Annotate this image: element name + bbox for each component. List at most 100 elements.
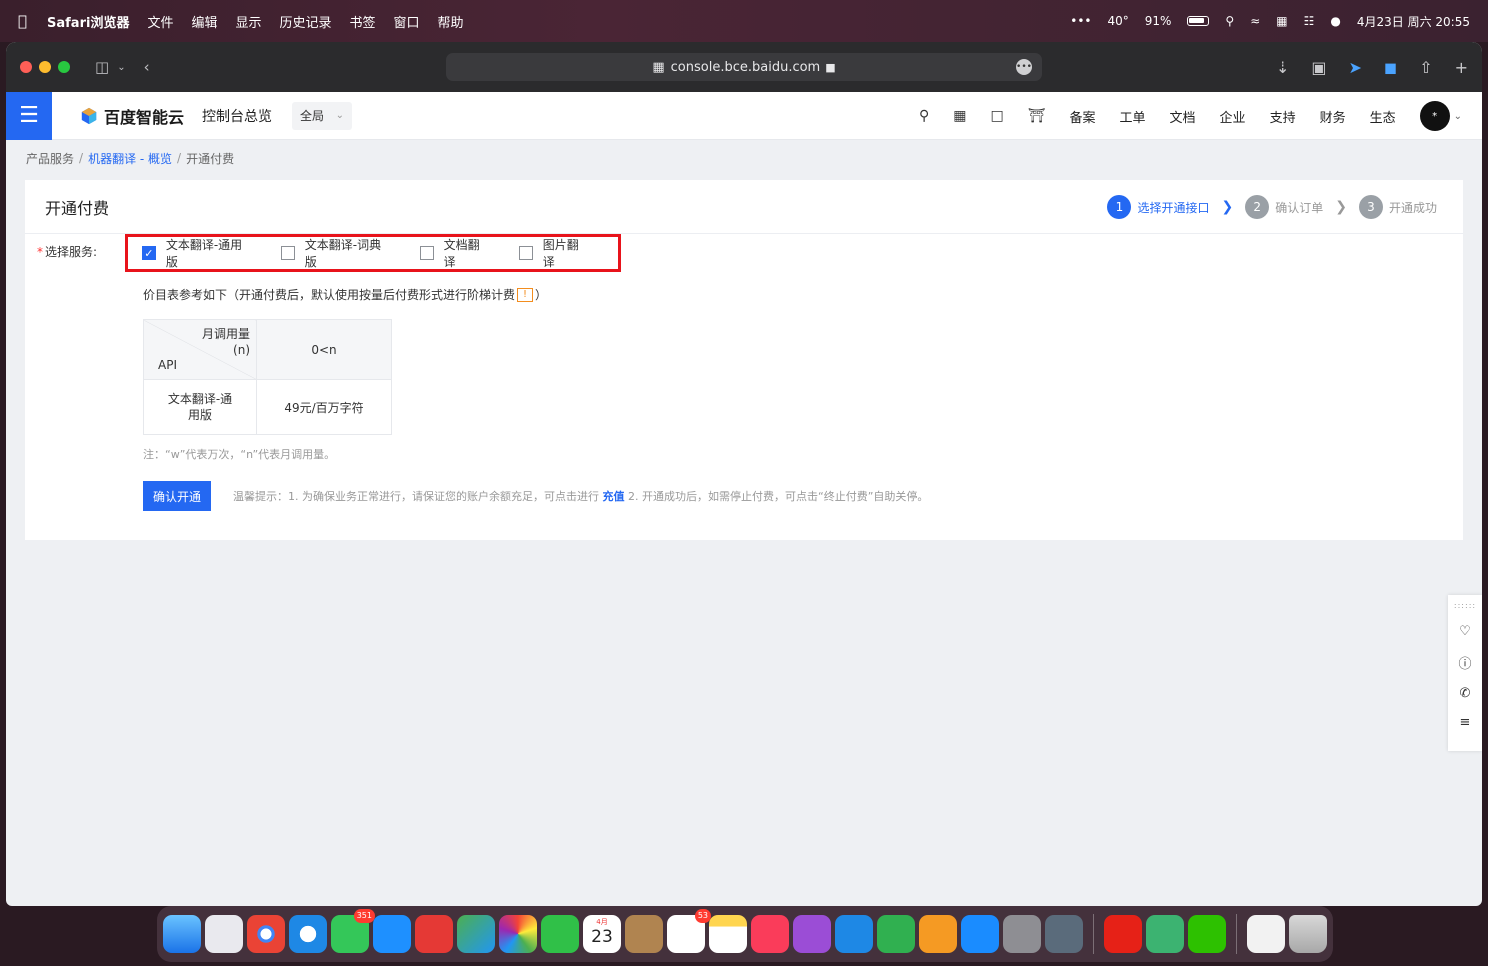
numbers-icon[interactable] [877, 915, 915, 953]
status-dots[interactable]: ••• [1070, 14, 1091, 28]
sidebar-toggle-icon[interactable]: ◫ [95, 58, 109, 76]
required-marker: * [37, 245, 43, 259]
apple-menu-icon[interactable]:  [18, 12, 27, 30]
confirm-activate-button[interactable]: 确认开通 [143, 481, 212, 511]
maps-icon[interactable] [457, 915, 495, 953]
control-center-icon[interactable]: ☷ [1304, 14, 1315, 28]
menu-view[interactable]: 显示 [235, 12, 261, 31]
page-options-button[interactable]: ••• [1016, 59, 1032, 75]
app-store-icon[interactable] [961, 915, 999, 953]
music-icon[interactable] [751, 915, 789, 953]
checkbox-text-dictionary[interactable]: 文本翻译-词典版 [280, 236, 392, 270]
checkbox-checked-icon[interactable]: ✓ [142, 246, 156, 260]
reader-icon[interactable]: ▣ [1311, 58, 1326, 77]
hamburger-menu-icon[interactable]: ☰ [6, 91, 52, 140]
keynote-remote-icon[interactable] [415, 915, 453, 953]
messages-icon[interactable]: 351 [331, 909, 375, 953]
help-icon[interactable]: ⓘ [1458, 653, 1471, 672]
messages-badge: 351 [353, 909, 375, 923]
menu-window[interactable]: 窗口 [394, 12, 420, 31]
podcasts-icon[interactable] [793, 915, 831, 953]
launchpad-icon[interactable] [205, 915, 243, 953]
document-icon[interactable] [1247, 915, 1285, 953]
nav-beian[interactable]: 备案 [1070, 107, 1096, 126]
reminders-icon[interactable]: 53 [667, 909, 711, 953]
avatar[interactable]: * [1419, 101, 1450, 131]
cart-icon[interactable]: ⛩ [1028, 108, 1046, 124]
finder-icon[interactable] [163, 915, 201, 953]
facetime-icon[interactable] [541, 915, 579, 953]
contacts-icon[interactable] [625, 915, 663, 953]
downloads-icon[interactable]: ⇣ [1276, 58, 1289, 77]
pages-icon[interactable] [919, 915, 957, 953]
checkbox-document[interactable]: 文档翻译 [419, 236, 491, 270]
recharge-link[interactable]: 充值 [603, 490, 625, 503]
netease-music-icon[interactable] [1104, 915, 1142, 953]
checkbox-text-general[interactable]: ✓ 文本翻译-通用版 [142, 236, 253, 270]
message-icon[interactable]: □ [990, 108, 1003, 124]
notes-icon[interactable] [709, 915, 747, 953]
search-icon[interactable]: ⚲ [919, 108, 929, 124]
close-window-button[interactable] [20, 61, 32, 73]
extension-bird-icon[interactable]: ➤ [1349, 58, 1362, 77]
nav-support[interactable]: 支持 [1270, 107, 1296, 126]
list-icon[interactable]: ≡ [1460, 715, 1471, 730]
phone-icon[interactable]: ✆ [1460, 686, 1471, 701]
clock[interactable]: 4月23日 周六 20:55 [1357, 13, 1470, 30]
nav-docs[interactable]: 文档 [1170, 107, 1196, 126]
trash-icon[interactable] [1289, 915, 1327, 953]
nav-ticket[interactable]: 工单 [1120, 107, 1146, 126]
menu-file[interactable]: 文件 [147, 12, 173, 31]
checkbox-box[interactable] [419, 246, 434, 260]
drag-handle-icon[interactable]: :::::: [1454, 601, 1476, 610]
nav-enterprise[interactable]: 企业 [1220, 107, 1246, 126]
checkbox-box[interactable] [280, 246, 295, 260]
table-footnote: 注：“w”代表万次，“n”代表月调用量。 [143, 448, 336, 461]
chevron-down-icon[interactable]: ⌄ [117, 62, 125, 73]
user-menu[interactable]: * ⌄ [1419, 101, 1462, 131]
menu-history[interactable]: 历史记录 [280, 12, 332, 31]
wifi-icon[interactable]: ≈ [1250, 14, 1260, 28]
nav-ecosystem[interactable]: 生态 [1370, 107, 1396, 126]
nav-finance[interactable]: 财务 [1320, 107, 1346, 126]
console-overview-link[interactable]: 控制台总览 [202, 106, 272, 126]
menu-bookmarks[interactable]: 书签 [350, 12, 376, 31]
back-arrow-icon[interactable]: ‹ [144, 58, 150, 76]
siri-icon[interactable]: ● [1330, 14, 1340, 28]
favorite-icon[interactable]: ♡ [1459, 624, 1471, 639]
breadcrumb-current: 开通付费 [186, 151, 235, 166]
battery-icon[interactable] [1187, 16, 1210, 26]
qr-grid-icon[interactable]: ▦ [953, 108, 966, 124]
keynote-icon[interactable] [835, 915, 873, 953]
wechat-icon[interactable] [1188, 915, 1226, 953]
photos-icon[interactable] [499, 915, 537, 953]
extension-shield-icon[interactable]: ◼ [1384, 58, 1397, 77]
input-method-icon[interactable]: ▦ [1276, 14, 1287, 28]
menu-help[interactable]: 帮助 [438, 12, 464, 31]
address-bar[interactable]: ▦ console.bce.baidu.com ■ ••• [446, 53, 1042, 81]
menu-edit[interactable]: 编辑 [191, 12, 217, 31]
share-icon[interactable]: ⇧ [1419, 58, 1432, 77]
warning-icon[interactable]: ! [517, 287, 534, 302]
spotlight-icon[interactable]: ⚲ [1225, 14, 1234, 28]
new-tab-icon[interactable]: + [1455, 58, 1468, 77]
mail-icon[interactable] [373, 915, 411, 953]
safari-icon[interactable] [289, 915, 327, 953]
price-note-text: 价目表参考如下（开通付费后，默认使用按量后付费形式进行阶梯计费 [143, 288, 516, 302]
region-select[interactable]: 全局 ⌄ [292, 101, 353, 130]
breadcrumb-link[interactable]: 机器翻译 - 概览 [88, 150, 172, 167]
checkbox-image[interactable]: 图片翻译 [518, 236, 590, 270]
menu-app-name[interactable]: Safari浏览器 [47, 12, 129, 31]
calendar-icon[interactable]: 4月 23 [583, 915, 621, 953]
temperature-readout[interactable]: 40° [1107, 14, 1128, 28]
checkbox-label: 文档翻译 [443, 238, 480, 269]
minimize-window-button[interactable] [39, 61, 51, 73]
chrome-icon[interactable] [247, 915, 285, 953]
checkbox-box[interactable] [518, 246, 533, 260]
preview-icon[interactable] [1045, 915, 1083, 953]
zoom-window-button[interactable] [58, 61, 70, 73]
system-preferences-icon[interactable] [1003, 915, 1041, 953]
feishu-icon[interactable] [1146, 915, 1184, 953]
brand-logo[interactable]: 百度智能云 [80, 104, 184, 128]
price-note-close: ） [535, 288, 548, 302]
